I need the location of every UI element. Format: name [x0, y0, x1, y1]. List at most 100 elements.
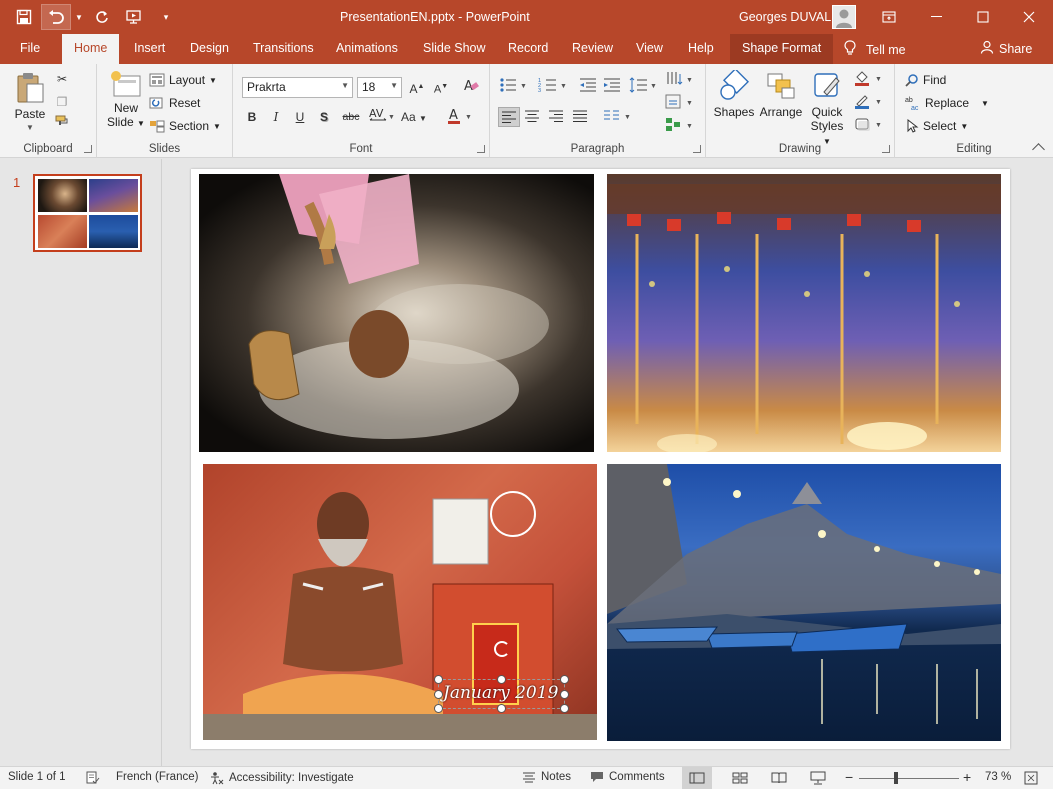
share-button[interactable]: Share — [980, 40, 1032, 57]
arrange-button[interactable]: Arrange — [758, 70, 804, 119]
bullets-icon[interactable]: ▼ — [498, 76, 527, 96]
font-launcher-icon[interactable] — [477, 145, 485, 153]
tell-me-search[interactable]: Tell me — [844, 40, 906, 59]
slide-thumbnail[interactable] — [33, 174, 142, 252]
tab-slide-show[interactable]: Slide Show — [423, 41, 486, 55]
undo-dropdown-icon[interactable]: ▼ — [74, 5, 84, 29]
comments-button[interactable]: Comments — [590, 771, 665, 783]
tab-design[interactable]: Design — [190, 41, 229, 55]
tab-record[interactable]: Record — [508, 41, 548, 55]
redo-icon[interactable] — [88, 5, 116, 29]
character-spacing-button[interactable]: AV ▼ — [367, 107, 395, 127]
resize-handle[interactable] — [560, 675, 569, 684]
italic-button[interactable]: I — [266, 107, 286, 127]
quick-styles-button[interactable]: Quick Styles ▼ — [806, 70, 848, 149]
increase-indent-icon[interactable] — [602, 76, 624, 96]
change-case-button[interactable]: Aa ▼ — [399, 107, 429, 127]
zoom-slider[interactable] — [859, 778, 959, 779]
decrease-indent-icon[interactable] — [578, 76, 600, 96]
photo-night-river-boats[interactable] — [607, 464, 1001, 741]
align-text-icon[interactable]: ▼ — [664, 93, 693, 113]
avatar[interactable] — [832, 5, 856, 29]
tab-help[interactable]: Help — [688, 41, 714, 55]
strikethrough-button[interactable]: abc — [338, 107, 364, 127]
fit-slide-icon[interactable] — [1024, 771, 1038, 785]
start-from-beginning-icon[interactable] — [120, 5, 148, 29]
clipboard-launcher-icon[interactable] — [84, 145, 92, 153]
shapes-button[interactable]: Shapes — [712, 67, 756, 119]
columns-icon[interactable]: ▼ — [602, 107, 632, 127]
convert-to-smartart-icon[interactable]: ▼ — [664, 116, 693, 136]
resize-handle[interactable] — [560, 690, 569, 699]
text-shadow-button[interactable]: S — [314, 107, 334, 127]
resize-handle[interactable] — [560, 704, 569, 713]
photo-ghat-festival[interactable] — [607, 174, 1001, 452]
drawing-launcher-icon[interactable] — [882, 145, 890, 153]
resize-handle[interactable] — [434, 704, 443, 713]
section-button[interactable]: Section ▼ — [149, 116, 221, 136]
underline-button[interactable]: U — [290, 107, 310, 127]
font-family-select[interactable]: Prakrta ▼ — [242, 77, 353, 98]
rotate-handle-icon[interactable] — [494, 641, 510, 657]
zoom-in-icon[interactable]: + — [963, 769, 971, 785]
maximize-icon[interactable] — [960, 0, 1006, 34]
clear-formatting-icon[interactable]: A — [461, 77, 481, 97]
tab-review[interactable]: Review — [572, 41, 613, 55]
resize-handle[interactable] — [434, 675, 443, 684]
customize-toolbar-icon[interactable]: ▾ — [152, 5, 180, 29]
align-right-icon[interactable] — [546, 107, 568, 127]
notes-button[interactable]: Notes — [522, 771, 571, 783]
numbering-icon[interactable]: 1 2 3 ▼ — [538, 76, 567, 96]
zoom-level[interactable]: 73 % — [985, 771, 1011, 783]
increase-font-size-icon[interactable]: A▲ — [407, 77, 427, 97]
tab-transitions[interactable]: Transitions — [253, 41, 314, 55]
tab-shape-format[interactable]: Shape Format — [730, 34, 834, 64]
tab-animations[interactable]: Animations — [336, 41, 398, 55]
accessibility-button[interactable]: Accessibility: Investigate — [210, 771, 354, 785]
reset-button[interactable]: Reset — [149, 93, 200, 113]
slide-caption-text[interactable]: January 2019 — [443, 683, 558, 703]
text-direction-icon[interactable]: ▼ — [664, 70, 693, 90]
line-spacing-icon[interactable]: ▼ — [628, 76, 657, 96]
undo-icon[interactable] — [41, 4, 71, 30]
slide-sorter-icon[interactable] — [725, 767, 755, 789]
zoom-out-icon[interactable]: − — [845, 769, 853, 785]
font-color-button[interactable]: A ▼ — [445, 107, 475, 127]
decrease-font-size-icon[interactable]: A▼ — [431, 77, 451, 97]
cut-icon[interactable]: ✂ — [52, 69, 72, 89]
shape-effects-icon[interactable]: ▼ — [852, 115, 886, 135]
paste-button[interactable]: Paste ▼ — [12, 70, 48, 135]
resize-handle[interactable] — [497, 704, 506, 713]
find-button[interactable]: Find — [905, 70, 946, 90]
shape-outline-icon[interactable]: ▼ — [852, 92, 886, 112]
new-slide-button[interactable]: New Slide ▼ — [105, 70, 147, 131]
resize-handle[interactable] — [434, 690, 443, 699]
justify-icon[interactable] — [570, 107, 592, 127]
layout-button[interactable]: Layout ▼ — [149, 70, 217, 90]
select-button[interactable]: Select ▼ — [905, 116, 968, 136]
format-painter-icon[interactable] — [52, 115, 72, 135]
slideshow-view-icon[interactable] — [803, 767, 833, 789]
copy-icon[interactable]: ❐ — [52, 92, 72, 112]
replace-button[interactable]: ab ac Replace ▼ — [905, 93, 989, 113]
user-name[interactable]: Georges DUVAL — [739, 10, 831, 24]
tab-home[interactable]: Home — [62, 34, 120, 65]
normal-view-icon[interactable] — [682, 767, 712, 789]
shape-fill-icon[interactable]: ▼ — [852, 69, 886, 89]
close-icon[interactable] — [1006, 0, 1052, 34]
tab-file[interactable]: File — [20, 41, 40, 55]
language-indicator[interactable]: French (France) — [116, 771, 198, 783]
spelling-icon[interactable] — [86, 771, 100, 785]
align-left-icon[interactable] — [498, 107, 520, 127]
save-icon[interactable] — [10, 5, 38, 29]
slide-editing-area[interactable]: January 2019 — [163, 159, 1053, 766]
reading-view-icon[interactable] — [764, 767, 794, 789]
photo-aarti-smoke[interactable] — [199, 174, 594, 452]
bold-button[interactable]: B — [242, 107, 262, 127]
paste-dropdown-icon[interactable]: ▼ — [12, 121, 48, 135]
tab-view[interactable]: View — [636, 41, 663, 55]
paragraph-launcher-icon[interactable] — [693, 145, 701, 153]
slide[interactable]: January 2019 — [191, 169, 1010, 749]
font-size-select[interactable]: 18 ▼ — [357, 77, 402, 98]
align-center-icon[interactable] — [522, 107, 544, 127]
